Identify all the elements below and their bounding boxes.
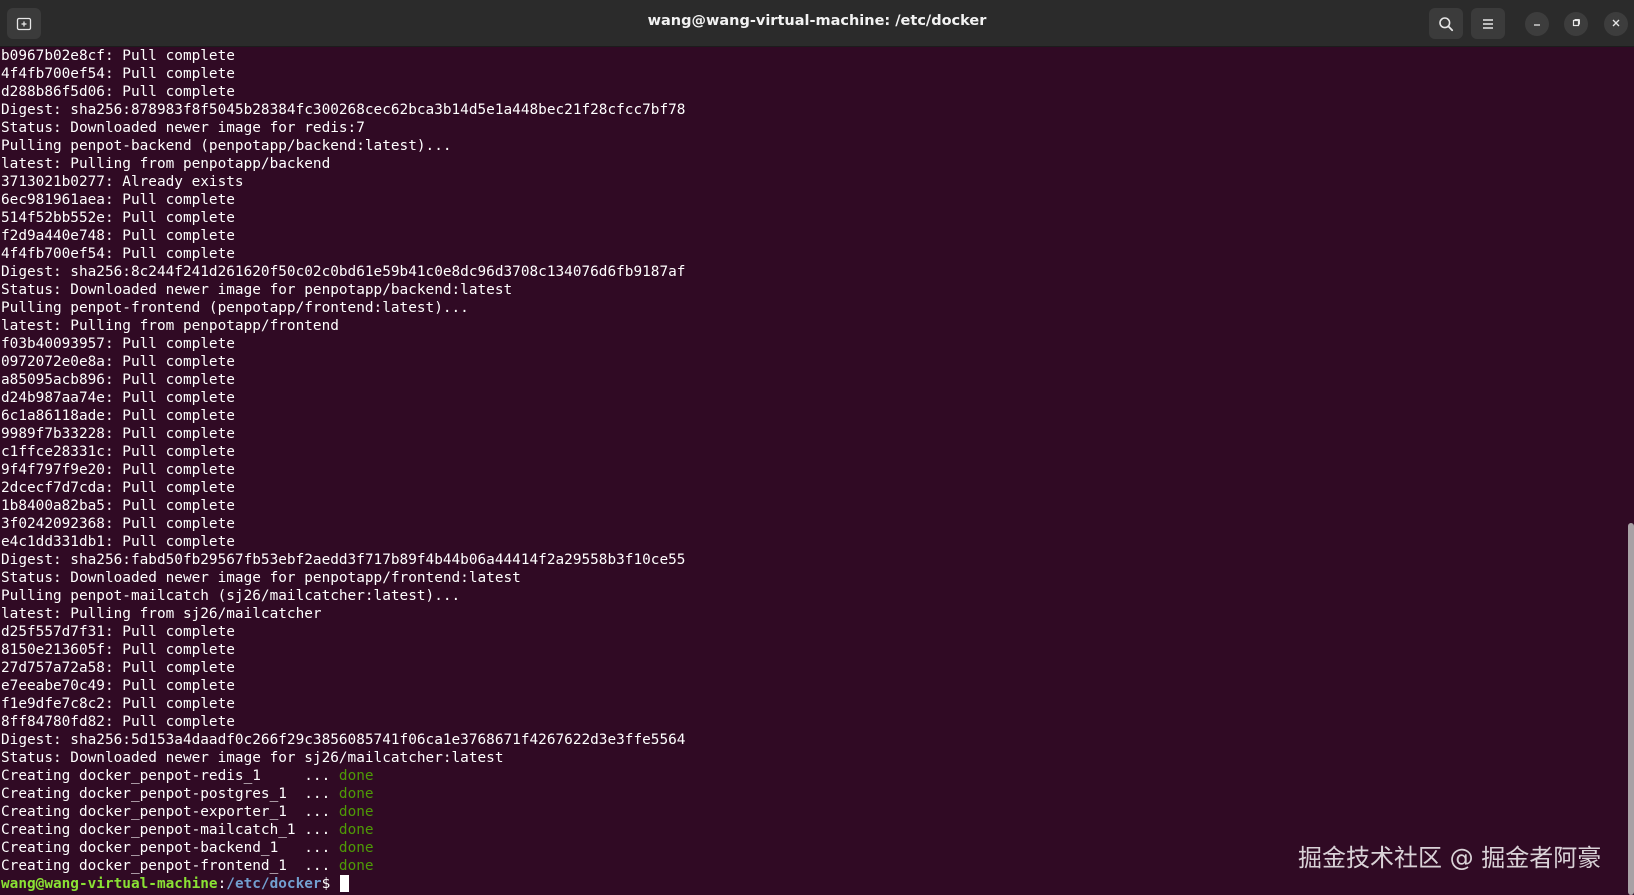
log-line: 514f52bb552e: Pull complete (1, 210, 235, 226)
log-line: Status: Downloaded newer image for redis… (1, 120, 365, 136)
log-line: Status: Downloaded newer image for penpo… (1, 282, 513, 298)
log-line: 9989f7b33228: Pull complete (1, 426, 235, 442)
log-line: latest: Pulling from sj26/mailcatcher (1, 606, 322, 622)
close-button[interactable] (1604, 12, 1628, 36)
log-line: a85095acb896: Pull complete (1, 372, 235, 388)
log-line: Pulling penpot-mailcatch (sj26/mailcatch… (1, 588, 461, 604)
prompt-symbol: $ (321, 876, 339, 892)
log-line: d24b987aa74e: Pull complete (1, 390, 235, 406)
close-icon (1611, 15, 1621, 33)
log-line: f03b40093957: Pull complete (1, 336, 235, 352)
log-line: 0972072e0e8a: Pull complete (1, 354, 235, 370)
log-line: 3f0242092368: Pull complete (1, 516, 235, 532)
prompt-separator: : (217, 876, 227, 892)
log-line: Pulling penpot-backend (penpotapp/backen… (1, 138, 452, 154)
menu-button[interactable] (1471, 8, 1505, 39)
create-line: Creating docker_penpot-redis_1 ... done (1, 767, 1620, 785)
log-line: 6c1a86118ade: Pull complete (1, 408, 235, 424)
search-icon (1438, 16, 1454, 32)
log-line: 4f4fb700ef54: Pull complete (1, 66, 235, 82)
scrollbar-thumb[interactable] (1628, 523, 1634, 895)
window-title: wang@wang-virtual-machine: /etc/docker (647, 13, 987, 29)
log-line: Status: Downloaded newer image for sj26/… (1, 750, 504, 766)
log-line: 3713021b0277: Already exists (1, 174, 244, 190)
title-bar: wang@wang-virtual-machine: /etc/docker (0, 0, 1634, 47)
log-lines: b0967b02e8cf: Pull complete 4f4fb700ef54… (0, 47, 1620, 767)
log-line: 9f4f797f9e20: Pull complete (1, 462, 235, 478)
log-line: 6ec981961aea: Pull complete (1, 192, 235, 208)
done-status: done (338, 804, 374, 820)
log-line: Digest: sha256:878983f8f5045b28384fc3002… (1, 102, 686, 118)
log-line: 8150e213605f: Pull complete (1, 642, 235, 658)
hamburger-menu-icon (1480, 16, 1496, 32)
log-line: b0967b02e8cf: Pull complete (1, 48, 235, 64)
create-line: Creating docker_penpot-postgres_1 ... do… (1, 785, 1620, 803)
maximize-icon (1571, 15, 1581, 33)
create-line: Creating docker_penpot-mailcatch_1 ... d… (1, 821, 1620, 839)
log-line: 2dcecf7d7cda: Pull complete (1, 480, 235, 496)
shell-prompt[interactable]: wang@wang-virtual-machine:/etc/docker$ (1, 875, 1620, 893)
log-line: f2d9a440e748: Pull complete (1, 228, 235, 244)
minimize-button[interactable] (1525, 12, 1549, 36)
terminal-output[interactable]: b0967b02e8cf: Pull complete 4f4fb700ef54… (0, 47, 1620, 895)
log-line: c1ffce28331c: Pull complete (1, 444, 235, 460)
maximize-button[interactable] (1564, 12, 1588, 36)
terminal-window: wang@wang-virtual-machine: /etc/docker b… (0, 0, 1634, 895)
done-status: done (338, 822, 374, 838)
log-line: 8ff84780fd82: Pull complete (1, 714, 235, 730)
create-line-text: Creating docker_penpot-postgres_1 ... (1, 786, 339, 802)
done-status: done (338, 858, 374, 874)
log-line: 4f4fb700ef54: Pull complete (1, 246, 235, 262)
text-cursor (339, 875, 349, 892)
log-line: Digest: sha256:5d153a4daadf0c266f29c3856… (1, 732, 686, 748)
log-line: e4c1dd331db1: Pull complete (1, 534, 235, 550)
log-line: e7eeabe70c49: Pull complete (1, 678, 235, 694)
create-line: Creating docker_penpot-exporter_1 ... do… (1, 803, 1620, 821)
create-line-text: Creating docker_penpot-redis_1 ... (1, 768, 339, 784)
done-status: done (338, 786, 374, 802)
log-line: Digest: sha256:8c244f241d261620f50c02c0b… (1, 264, 686, 280)
done-status: done (338, 840, 374, 856)
new-tab-icon (16, 16, 32, 32)
log-line: latest: Pulling from penpotapp/backend (1, 156, 331, 172)
prompt-path: /etc/docker (226, 876, 322, 892)
new-tab-button[interactable] (7, 8, 41, 39)
log-line: latest: Pulling from penpotapp/frontend (1, 318, 339, 334)
log-line: d25f557d7f31: Pull complete (1, 624, 235, 640)
minimize-icon (1532, 15, 1542, 33)
create-line-text: Creating docker_penpot-mailcatch_1 ... (1, 822, 339, 838)
log-line: d288b86f5d06: Pull complete (1, 84, 235, 100)
log-line: Pulling penpot-frontend (penpotapp/front… (1, 300, 469, 316)
log-line: 27d757a72a58: Pull complete (1, 660, 235, 676)
log-line: 1b8400a82ba5: Pull complete (1, 498, 235, 514)
watermark: 掘金技术社区 @ 掘金者阿豪 (1298, 844, 1602, 872)
create-line-text: Creating docker_penpot-exporter_1 ... (1, 804, 339, 820)
prompt-user-host: wang@wang-virtual-machine (1, 876, 218, 892)
log-line: Digest: sha256:fabd50fb29567fb53ebf2aedd… (1, 552, 686, 568)
log-line: f1e9dfe7c8c2: Pull complete (1, 696, 235, 712)
create-line-text: Creating docker_penpot-backend_1 ... (1, 840, 339, 856)
done-status: done (338, 768, 374, 784)
search-button[interactable] (1429, 8, 1463, 39)
log-line: Status: Downloaded newer image for penpo… (1, 570, 521, 586)
create-line-text: Creating docker_penpot-frontend_1 ... (1, 858, 339, 874)
